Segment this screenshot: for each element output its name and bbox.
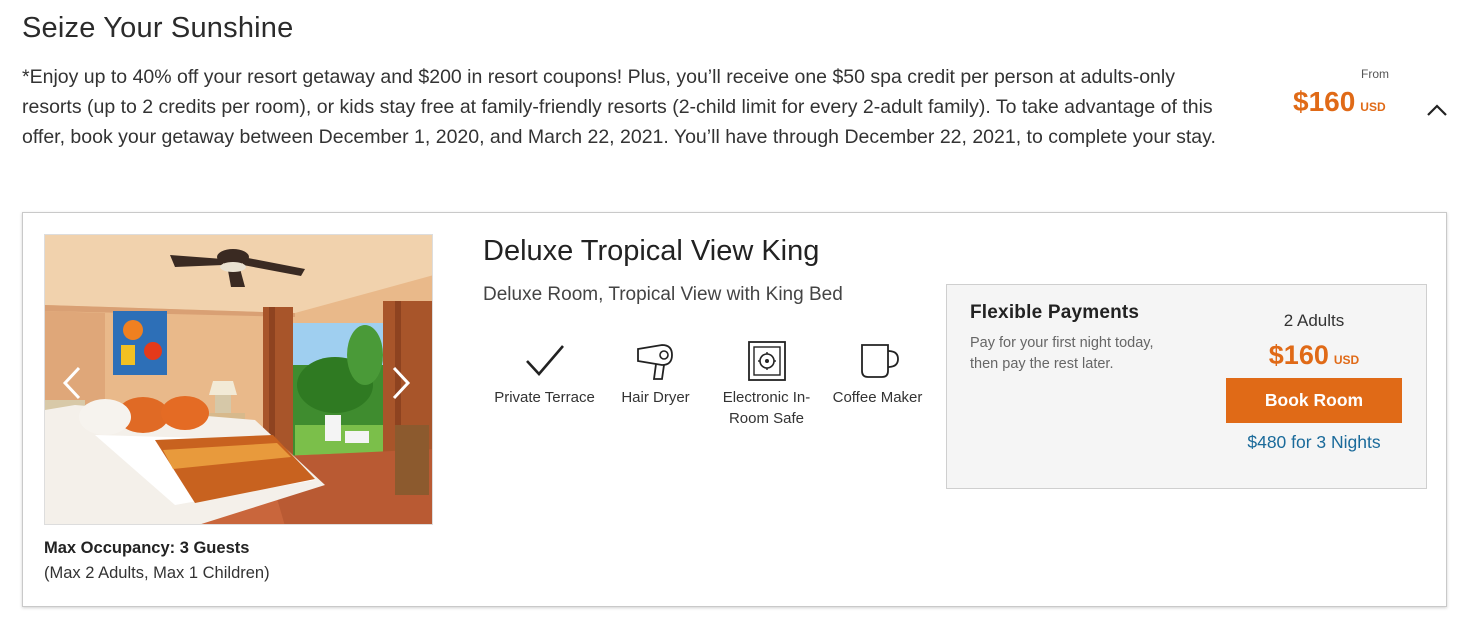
amenity-label: Hair Dryer [621, 389, 690, 406]
amenity-coffee-maker: Coffee Maker [822, 337, 933, 429]
room-price-amount: $160 [1268, 340, 1329, 370]
from-label: From [1361, 67, 1389, 81]
room-description: Deluxe Room, Tropical View with King Bed [483, 284, 843, 305]
room-name: Deluxe Tropical View King [483, 235, 820, 267]
flexible-payments-panel: Flexible Payments Pay for your first nig… [946, 284, 1427, 489]
hair-dryer-icon [600, 337, 711, 385]
payment-title: Flexible Payments [970, 302, 1140, 323]
total-nights-link[interactable]: $480 for 3 Nights [1226, 432, 1402, 453]
offer-description: *Enjoy up to 40% off your resort getaway… [22, 66, 1216, 148]
adults-count: 2 Adults [1283, 311, 1345, 330]
room-price-currency: USD [1333, 353, 1360, 367]
room-photo [44, 234, 433, 525]
coffee-mug-icon [822, 337, 933, 385]
chevron-left-icon[interactable] [59, 363, 87, 403]
chevron-up-icon[interactable] [1424, 100, 1450, 122]
room-price: $160 USD [1226, 340, 1402, 371]
checkmark-icon [489, 337, 600, 385]
safe-icon [711, 337, 822, 385]
room-photo-image [45, 235, 432, 524]
amenity-label: Private Terrace [494, 389, 595, 406]
amenity-label: Coffee Maker [832, 389, 923, 406]
chevron-right-icon[interactable] [386, 363, 414, 403]
offer-price: $160 USD [1293, 86, 1386, 118]
book-room-button[interactable]: Book Room [1226, 378, 1402, 423]
room-card: Max Occupancy: 3 Guests (Max 2 Adults, M… [22, 212, 1447, 607]
offer-price-currency: USD [1360, 100, 1386, 114]
max-occupancy: Max Occupancy: 3 Guests [44, 539, 250, 557]
payment-pricing: 2 Adults $160 USD Book Room $480 for 3 N… [1226, 311, 1402, 453]
offer-title: Seize Your Sunshine [22, 12, 294, 44]
amenity-in-room-safe: Electronic In-Room Safe [711, 337, 822, 429]
payment-description: Pay for your first night today, then pay… [970, 335, 1154, 372]
occupancy-detail: (Max 2 Adults, Max 1 Children) [44, 564, 270, 582]
offer-price-amount: $160 [1293, 86, 1356, 117]
amenity-private-terrace: Private Terrace [489, 337, 600, 429]
amenity-label: Electronic In-Room Safe [722, 389, 811, 427]
amenity-hair-dryer: Hair Dryer [600, 337, 711, 429]
amenity-list: Private Terrace Hair Dryer Electronic In… [489, 337, 933, 429]
